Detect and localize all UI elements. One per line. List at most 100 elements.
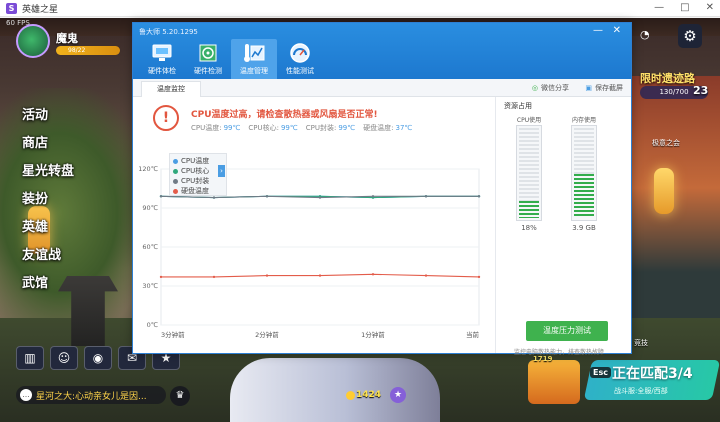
y-tick-label: 90℃ [142,204,158,212]
subtab-bar: 温度监控 ◎ 微信分享 ▣ 保存截屏 [133,79,631,97]
game-left-menu: 活动 商店 星光转盘 装扮 英雄 友谊战 武馆 [22,108,74,291]
app-icon: S [6,2,17,14]
event-badge: 23 [693,84,709,97]
data-point [318,274,322,277]
menu-friendly-match[interactable]: 友谊战 [22,248,74,263]
lantern-right [654,168,674,214]
data-point [477,275,481,279]
hero-card[interactable] [528,360,580,404]
star-badge-icon[interactable]: ★ [390,387,406,403]
cpu-usage-label: CPU使用 [516,117,542,124]
matchmaking-status: 正在匹配3/4 [612,366,693,382]
data-point [159,275,163,279]
menu-star-wheel[interactable]: 星光转盘 [22,164,74,179]
cpu-usage-meter [516,125,542,221]
dialog-header: 鲁大师 5.20.1295 — ✕ 硬件体检 硬件检测 温度管理 性能测试 [133,23,631,79]
friends-icon[interactable]: ☺ [50,346,78,370]
y-tick-label: 60℃ [142,243,158,251]
wifi-icon: ◔ [640,28,650,41]
player-name: 魔鬼 [56,32,78,45]
wechat-icon: ◎ [531,84,538,92]
data-point [477,195,481,198]
data-point [424,274,428,277]
player-avatar[interactable] [16,24,50,58]
memory-usage-meter [571,125,597,221]
menu-shop[interactable]: 商店 [22,136,74,151]
menu-dojo[interactable]: 武馆 [22,276,74,291]
stat-disk-temp: 硬盘温度: 37℃ [363,124,413,132]
esc-key-badge[interactable]: Esc [590,367,611,378]
y-tick-label: 120℃ [139,165,158,173]
thermometer-chart-icon [243,42,265,64]
stress-test-hint: 监控电脑散热能力，排查散热故障 [514,349,605,356]
memory-usage-fill [574,174,594,218]
memory-usage-label: 内存使用 [571,117,596,124]
tab-label: 性能测试 [286,67,314,75]
dialog-minimize-button[interactable]: — [593,25,603,36]
legend-item[interactable]: 硬盘温度 [173,186,226,196]
monitor-icon [151,42,173,64]
warning-title: CPU温度过高，请检查散热器或风扇是否正常! [191,110,378,120]
dialog-close-button[interactable]: ✕ [613,25,621,36]
dialog-nav: 硬件体检 硬件检测 温度管理 性能测试 [139,39,323,79]
data-point [424,195,428,198]
level-bar [56,46,120,55]
save-screenshot-button[interactable]: ▣ 保存截屏 [585,83,623,93]
data-point [159,195,163,198]
hero-card-number: 1719 [533,355,553,363]
resource-title: 资源占用 [504,102,532,110]
tab-hardware-check[interactable]: 硬件体检 [139,39,185,79]
tab-label: 硬件体检 [148,67,176,75]
tab-temperature[interactable]: 温度管理 [231,39,277,79]
coin-icon [346,391,355,400]
x-tick-label: 3分钟前 [161,330,185,339]
outer-window-controls: — □ ✕ [654,2,714,13]
save-screenshot-label: 保存截屏 [595,84,623,92]
resource-panel: 资源占用 CPU使用 18% 内存使用 3.9 GB 温度压力测试 监控电脑散热… [495,97,629,356]
gauge-icon [289,42,311,64]
memory-usage-value: 3.9 GB [572,224,596,232]
chat-bar[interactable]: … 星河之大:心动亲女儿是因... [16,386,166,404]
cpu-usage-value: 18% [521,224,537,232]
data-point [318,196,322,199]
data-point [265,274,269,277]
outer-window-title: 英雄之星 [22,4,59,15]
close-button[interactable]: ✕ [706,2,714,13]
chip-icon [197,42,219,64]
stat-cpu-temp: CPU温度: 99℃ [191,124,241,132]
temperature-chart: 0℃ 30℃ 60℃ 90℃ 120℃ 3分钟前 2分钟前 1分钟前 当前 CPU温度 CPU核… [138,149,489,349]
event-subtitle: 极意之会 [652,139,680,147]
minimize-button[interactable]: — [654,2,664,13]
settings-gear-icon[interactable]: ⚙ [678,24,702,48]
tab-label: 温度管理 [240,67,268,75]
temperature-stress-test-button[interactable]: 温度压力测试 [526,321,608,341]
warning-icon: ! [153,105,179,131]
subtab-temperature-monitor[interactable]: 温度监控 [141,81,201,97]
data-point [371,273,375,276]
event-title[interactable]: 限时遗迹路 [640,70,695,86]
ranking-icon[interactable]: ▥ [16,346,44,370]
camera-icon: ▣ [585,84,592,92]
matchmaking-server: 战斗服:全服/西部 [614,387,668,395]
menu-activities[interactable]: 活动 [22,108,74,123]
y-tick-label: 30℃ [142,282,158,290]
tab-hardware-detect[interactable]: 硬件检测 [185,39,231,79]
stat-cpu-core: CPU核心: 99℃ [248,124,298,132]
wechat-share-button[interactable]: ◎ 微信分享 [532,83,569,93]
trophy-icon[interactable]: ♛ [170,386,190,406]
y-tick-label: 0℃ [147,321,158,329]
dialog-title: 鲁大师 5.20.1295 [139,28,198,36]
gold-amount: 1424 [356,390,382,400]
menu-outfits[interactable]: 装扮 [22,192,74,207]
data-point [212,275,216,279]
maximize-button[interactable]: □ [680,2,689,13]
legend-collapse-button[interactable]: › [218,165,225,177]
legend-item[interactable]: CPU封装 [173,176,226,186]
menu-heroes[interactable]: 英雄 [22,220,74,235]
warning-stats: CPU温度: 99℃ CPU核心: 99℃ CPU封装: 99℃ 硬盘温度: 37℃ [191,123,412,133]
tab-performance[interactable]: 性能测试 [277,39,323,79]
broadcast-icon[interactable]: ◉ [84,346,112,370]
tab-label: 硬件检测 [194,67,222,75]
share-label: 微信分享 [541,84,569,92]
x-tick-label: 当前 [466,330,480,339]
